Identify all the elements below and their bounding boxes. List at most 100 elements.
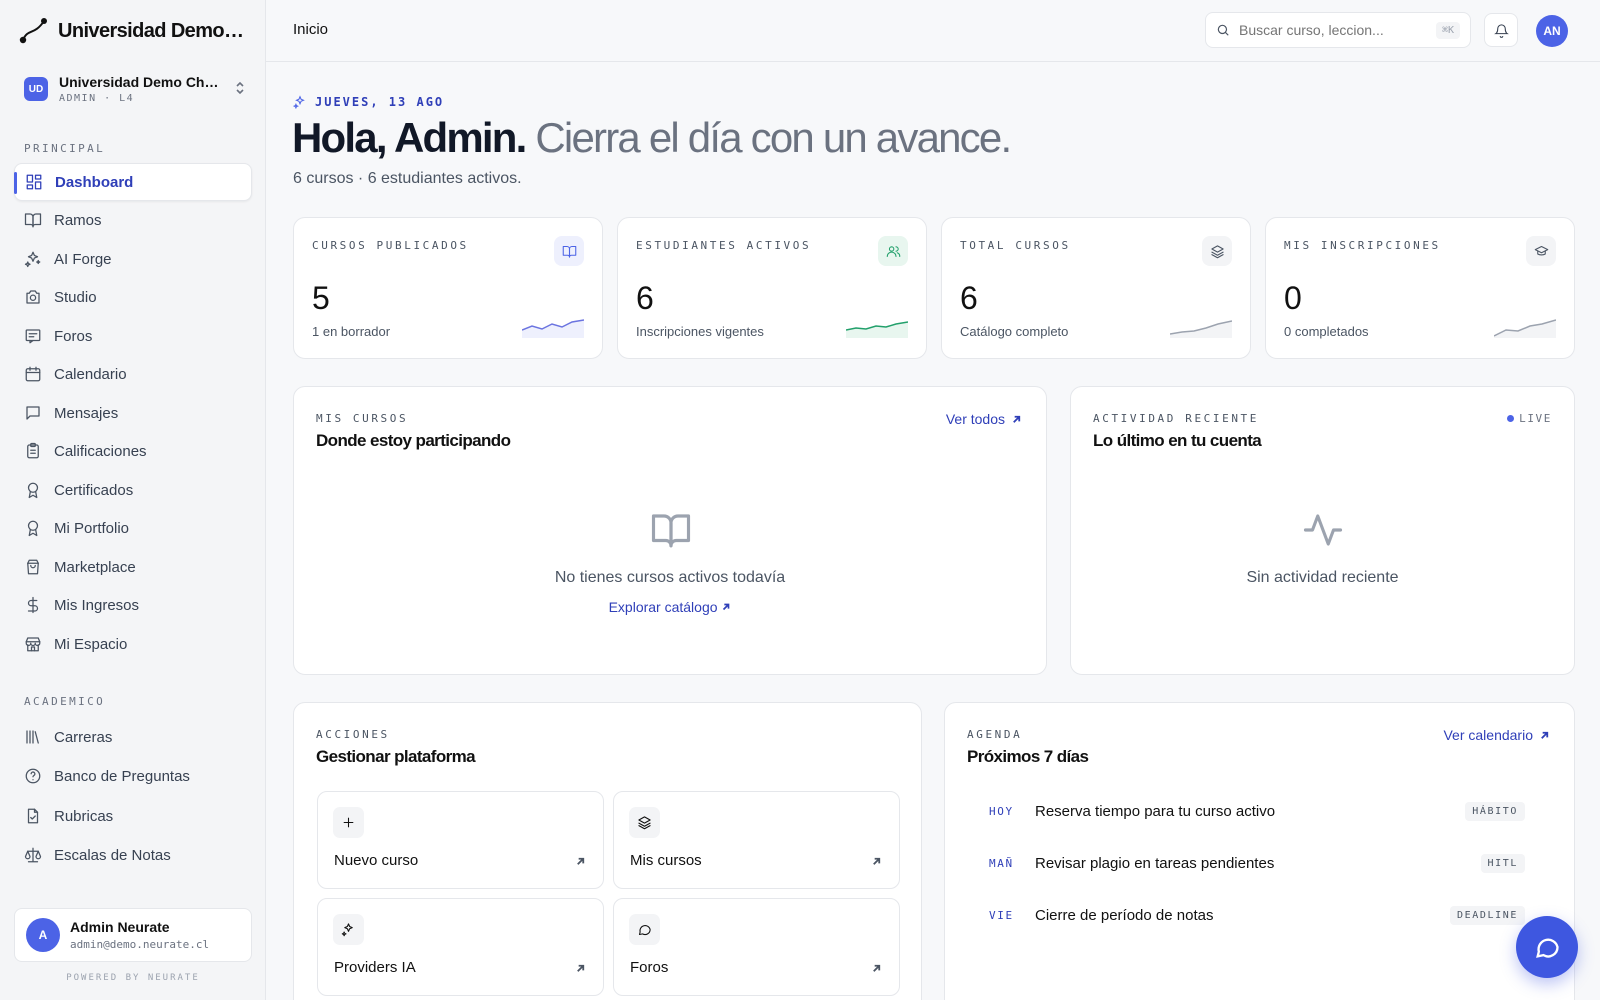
ver-todos-link[interactable]: Ver todos xyxy=(946,411,1022,427)
brand-name: Universidad Demo Chile xyxy=(58,19,248,42)
agenda-day: MAÑ xyxy=(989,856,1014,870)
section-label-academico: ACADEMICO xyxy=(24,695,106,708)
panel-title: Gestionar plataforma xyxy=(316,747,476,766)
action-label: Foros xyxy=(630,959,669,976)
sparkles-icon xyxy=(333,914,364,945)
stat-card-total-cursos: TOTAL CURSOS 6 Catálogo completo xyxy=(941,217,1251,359)
chat-fab-button[interactable] xyxy=(1516,916,1578,978)
sidebar-item-calificaciones[interactable]: Calificaciones xyxy=(14,432,252,470)
sidebar-item-foros[interactable]: Foros xyxy=(14,317,252,355)
dollar-icon xyxy=(27,596,39,614)
sidebar-item-label: Carreras xyxy=(54,728,113,746)
explorar-catalogo-link[interactable]: Explorar catálogo xyxy=(294,599,1046,615)
camera-icon xyxy=(26,290,40,304)
date-text: JUEVES, 13 AGO xyxy=(315,95,445,109)
library-icon xyxy=(26,730,39,744)
sidebar-item-mi-portfolio[interactable]: Mi Portfolio xyxy=(14,509,252,547)
sidebar-item-studio[interactable]: Studio xyxy=(14,278,252,316)
user-email: admin@demo.neurate.cl xyxy=(70,938,210,951)
sidebar-item-mis-ingresos[interactable]: Mis Ingresos xyxy=(14,586,252,624)
agenda-tag: HÁBITO xyxy=(1465,801,1525,821)
agenda-tag: DEADLINE xyxy=(1450,905,1525,925)
panel-actividad-reciente: ACTIVIDAD RECIENTE Lo último en tu cuent… xyxy=(1070,386,1575,675)
neurate-logo-icon xyxy=(18,16,48,46)
panel-title: Donde estoy participando xyxy=(316,431,511,450)
clipboard-icon xyxy=(27,442,39,459)
sidebar-item-calendario[interactable]: Calendario xyxy=(14,355,252,393)
action-label: Nuevo curso xyxy=(334,852,419,869)
stat-note: 0 completados xyxy=(1284,324,1369,339)
sidebar-item-rubricas[interactable]: Rubricas xyxy=(14,797,252,835)
stat-label: TOTAL CURSOS xyxy=(960,239,1071,252)
sidebar-item-ai-forge[interactable]: AI Forge xyxy=(14,240,252,278)
agenda-item[interactable]: MAÑ Revisar plagio en tareas pendientes … xyxy=(967,848,1537,878)
agenda-text: Reserva tiempo para tu curso activo xyxy=(1035,802,1276,820)
user-card[interactable]: A Admin Neurate admin@demo.neurate.cl xyxy=(14,908,252,962)
stat-label: CURSOS PUBLICADOS xyxy=(312,239,469,252)
greeting: Hola, Admin. xyxy=(292,114,527,161)
stat-card-cursos-publicados: CURSOS PUBLICADOS 5 1 en borrador xyxy=(293,217,603,359)
arrow-up-right-icon xyxy=(873,964,881,972)
tenant-badge: UD xyxy=(24,77,48,101)
agenda-item[interactable]: HOY Reserva tiempo para tu curso activo … xyxy=(967,796,1537,826)
tenant-switcher[interactable]: UD Universidad Demo Chile ADMIN · L4 xyxy=(24,70,246,108)
chat-bubble-icon xyxy=(1536,938,1559,958)
layers-icon xyxy=(629,807,660,838)
sidebar-item-label: Mi Espacio xyxy=(54,635,128,653)
notifications-button[interactable] xyxy=(1484,13,1518,47)
page-title: Hola, Admin. Cierra el día con un avance… xyxy=(292,114,1012,162)
sidebar-item-label: AI Forge xyxy=(54,250,112,268)
sidebar-item-escalas-notas[interactable]: Escalas de Notas xyxy=(14,836,252,874)
summary: 6 cursos · 6 estudiantes activos. xyxy=(293,170,522,187)
forum-icon xyxy=(25,329,41,344)
panel-title: Lo último en tu cuenta xyxy=(1093,431,1262,450)
sidebar-item-mensajes[interactable]: Mensajes xyxy=(14,394,252,432)
calendar-icon xyxy=(25,366,41,382)
sidebar-item-certificados[interactable]: Certificados xyxy=(14,471,252,509)
sparkles-icon xyxy=(293,95,305,109)
search-box[interactable]: ⌘K xyxy=(1205,12,1471,48)
graduation-cap-icon xyxy=(1526,236,1556,266)
stat-value: 5 xyxy=(312,280,330,316)
ver-calendario-link[interactable]: Ver calendario xyxy=(1443,727,1550,743)
sidebar-item-banco-preguntas[interactable]: Banco de Preguntas xyxy=(14,757,252,795)
search-input[interactable] xyxy=(1239,22,1427,38)
stat-label: ESTUDIANTES ACTIVOS xyxy=(636,239,812,252)
sidebar-item-dashboard[interactable]: Dashboard xyxy=(14,163,252,201)
stat-value: 0 xyxy=(1284,280,1302,316)
action-nuevo-curso[interactable]: Nuevo curso xyxy=(317,791,604,889)
stat-value: 6 xyxy=(636,280,654,316)
action-foros[interactable]: Foros xyxy=(613,898,900,996)
arrow-up-right-icon xyxy=(1013,415,1021,423)
sidebar-item-mi-espacio[interactable]: Mi Espacio xyxy=(14,625,252,663)
agenda-text: Cierre de período de notas xyxy=(1035,906,1214,924)
brand[interactable]: Universidad Demo Chile xyxy=(18,16,248,46)
action-label: Providers IA xyxy=(334,959,416,976)
sidebar-item-label: Certificados xyxy=(54,481,134,499)
avatar: A xyxy=(26,918,60,952)
help-circle-icon xyxy=(25,768,41,784)
user-name: Admin Neurate xyxy=(70,919,170,935)
date-label: JUEVES, 13 AGO xyxy=(293,95,444,109)
panel-acciones: ACCIONES Gestionar plataforma Nuevo curs… xyxy=(293,702,922,1000)
plus-icon xyxy=(333,807,364,838)
agenda-day: VIE xyxy=(989,908,1014,922)
agenda-item[interactable]: VIE Cierre de período de notas DEADLINE xyxy=(967,900,1537,930)
powered-by: POWERED BY NEURATE xyxy=(66,973,200,983)
panel-title: Próximos 7 días xyxy=(967,747,1089,766)
sidebar-item-label: Marketplace xyxy=(54,558,136,576)
sidebar-item-ramos[interactable]: Ramos xyxy=(14,201,252,239)
action-mis-cursos[interactable]: Mis cursos xyxy=(613,791,900,889)
sidebar-item-carreras[interactable]: Carreras xyxy=(14,718,252,756)
arrow-up-right-icon xyxy=(723,603,730,611)
link-label: Ver calendario xyxy=(1443,727,1533,743)
stat-label: MIS INSCRIPCIONES xyxy=(1284,239,1441,252)
action-providers-ia[interactable]: Providers IA xyxy=(317,898,604,996)
book-icon xyxy=(24,213,42,228)
stat-card-estudiantes-activos: ESTUDIANTES ACTIVOS 6 Inscripciones vige… xyxy=(617,217,927,359)
user-avatar-button[interactable]: AN xyxy=(1536,15,1568,47)
sidebar-item-marketplace[interactable]: Marketplace xyxy=(14,548,252,586)
panel-mis-cursos: MIS CURSOS Donde estoy participando Ver … xyxy=(293,386,1047,675)
sparkline xyxy=(1494,319,1556,338)
file-check-icon xyxy=(27,808,39,824)
